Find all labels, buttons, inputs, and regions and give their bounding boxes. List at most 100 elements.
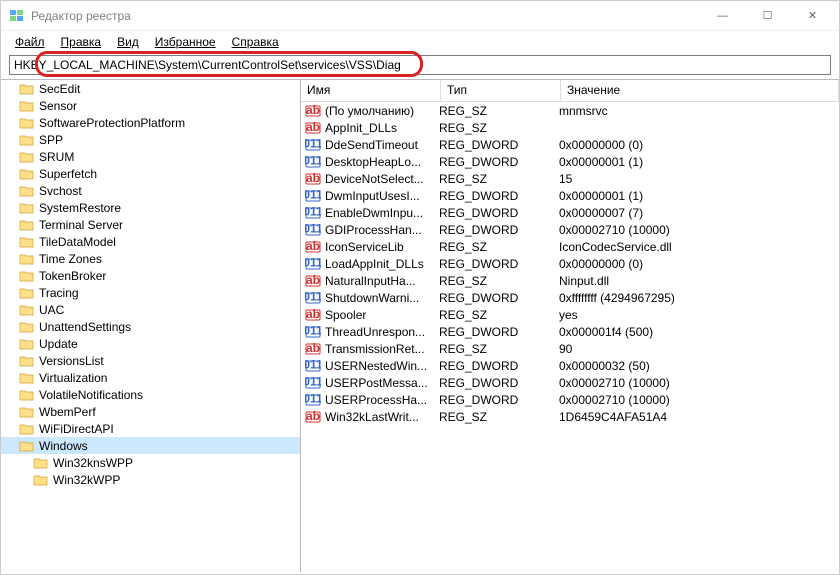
value-row[interactable]: 011USERPostMessa...REG_DWORD0x00002710 (… xyxy=(301,374,839,391)
svg-text:ab: ab xyxy=(306,341,320,355)
tree-item[interactable]: Windows xyxy=(1,437,300,454)
string-value-icon: ab xyxy=(305,409,321,425)
value-row[interactable]: abSpoolerREG_SZyes xyxy=(301,306,839,323)
tree-item[interactable]: UnattendSettings xyxy=(1,318,300,335)
value-row[interactable]: 011ThreadUnrespon...REG_DWORD0x000001f4 … xyxy=(301,323,839,340)
menu-help[interactable]: Справка xyxy=(226,33,285,51)
folder-icon xyxy=(33,473,49,487)
value-type: REG_SZ xyxy=(439,274,559,288)
value-type: REG_DWORD xyxy=(439,189,559,203)
tree-item[interactable]: SecEdit xyxy=(1,80,300,97)
address-input[interactable] xyxy=(9,55,831,75)
dword-value-icon: 011 xyxy=(305,324,321,340)
value-type: REG_DWORD xyxy=(439,393,559,407)
value-name: Spooler xyxy=(325,308,439,322)
svg-text:011: 011 xyxy=(305,290,321,304)
value-data: 0x000001f4 (500) xyxy=(559,325,839,339)
folder-icon xyxy=(19,167,35,181)
value-row[interactable]: 011GDIProcessHan...REG_DWORD0x00002710 (… xyxy=(301,221,839,238)
svg-text:ab: ab xyxy=(306,120,320,134)
tree-item[interactable]: WbemPerf xyxy=(1,403,300,420)
value-type: REG_SZ xyxy=(439,172,559,186)
menu-favorites[interactable]: Избранное xyxy=(149,33,222,51)
menu-file[interactable]: Файл xyxy=(9,33,51,51)
value-row[interactable]: abDeviceNotSelect...REG_SZ15 xyxy=(301,170,839,187)
value-row[interactable]: abNaturalInputHa...REG_SZNinput.dll xyxy=(301,272,839,289)
tree-item[interactable]: Superfetch xyxy=(1,165,300,182)
tree-item[interactable]: Win32knsWPP xyxy=(1,454,300,471)
folder-icon xyxy=(19,337,35,351)
col-name[interactable]: Имя xyxy=(301,80,441,101)
svg-text:011: 011 xyxy=(305,392,321,406)
value-type: REG_DWORD xyxy=(439,376,559,390)
close-button[interactable]: ✕ xyxy=(790,1,835,31)
folder-icon xyxy=(19,354,35,368)
tree-item[interactable]: Update xyxy=(1,335,300,352)
string-value-icon: ab xyxy=(305,120,321,136)
value-data: 0x00002710 (10000) xyxy=(559,393,839,407)
value-row[interactable]: 011LoadAppInit_DLLsREG_DWORD0x00000000 (… xyxy=(301,255,839,272)
tree-item-label: Tracing xyxy=(39,286,79,300)
value-name: USERPostMessa... xyxy=(325,376,439,390)
values-pane: Имя Тип Значение ab(По умолчанию)REG_SZm… xyxy=(301,80,839,572)
value-row[interactable]: ab(По умолчанию)REG_SZmnmsrvc xyxy=(301,102,839,119)
tree-item-label: VersionsList xyxy=(39,354,104,368)
tree-item[interactable]: Time Zones xyxy=(1,250,300,267)
tree-item-label: SoftwareProtectionPlatform xyxy=(39,116,185,130)
value-row[interactable]: abAppInit_DLLsREG_SZ xyxy=(301,119,839,136)
svg-text:011: 011 xyxy=(305,375,321,389)
column-headers: Имя Тип Значение xyxy=(301,80,839,102)
folder-icon xyxy=(19,218,35,232)
string-value-icon: ab xyxy=(305,103,321,119)
value-row[interactable]: 011USERNestedWin...REG_DWORD0x00000032 (… xyxy=(301,357,839,374)
string-value-icon: ab xyxy=(305,239,321,255)
tree-item[interactable]: Win32kWPP xyxy=(1,471,300,488)
value-row[interactable]: 011USERProcessHa...REG_DWORD0x00002710 (… xyxy=(301,391,839,408)
value-row[interactable]: 011ShutdownWarni...REG_DWORD0xffffffff (… xyxy=(301,289,839,306)
col-data[interactable]: Значение xyxy=(561,80,839,101)
folder-icon xyxy=(19,388,35,402)
value-row[interactable]: abTransmissionRet...REG_SZ90 xyxy=(301,340,839,357)
value-type: REG_DWORD xyxy=(439,155,559,169)
tree-item-label: Svchost xyxy=(39,184,82,198)
tree-item-label: Superfetch xyxy=(39,167,97,181)
value-row[interactable]: abIconServiceLibREG_SZIconCodecService.d… xyxy=(301,238,839,255)
value-row[interactable]: abWin32kLastWrit...REG_SZ1D6459C4AFA51A4 xyxy=(301,408,839,425)
value-rows: ab(По умолчанию)REG_SZmnmsrvcabAppInit_D… xyxy=(301,102,839,425)
tree-item[interactable]: WiFiDirectAPI xyxy=(1,420,300,437)
tree-item[interactable]: Tracing xyxy=(1,284,300,301)
tree-item[interactable]: SPP xyxy=(1,131,300,148)
folder-icon xyxy=(19,269,35,283)
tree-item[interactable]: SRUM xyxy=(1,148,300,165)
tree-item[interactable]: VersionsList xyxy=(1,352,300,369)
maximize-button[interactable]: ☐ xyxy=(745,1,790,31)
menubar: Файл Правка Вид Избранное Справка xyxy=(1,31,839,53)
tree-item[interactable]: TileDataModel xyxy=(1,233,300,250)
col-type[interactable]: Тип xyxy=(441,80,561,101)
menu-edit[interactable]: Правка xyxy=(55,33,108,51)
tree-item[interactable]: TokenBroker xyxy=(1,267,300,284)
folder-icon xyxy=(19,150,35,164)
tree-pane[interactable]: SecEditSensorSoftwareProtectionPlatformS… xyxy=(1,80,301,572)
tree-item[interactable]: SystemRestore xyxy=(1,199,300,216)
tree-item[interactable]: UAC xyxy=(1,301,300,318)
value-row[interactable]: 011DdeSendTimeoutREG_DWORD0x00000000 (0) xyxy=(301,136,839,153)
value-type: REG_DWORD xyxy=(439,359,559,373)
tree-item[interactable]: SoftwareProtectionPlatform xyxy=(1,114,300,131)
tree-item[interactable]: VolatileNotifications xyxy=(1,386,300,403)
tree-item[interactable]: Virtualization xyxy=(1,369,300,386)
value-row[interactable]: 011DwmInputUsesI...REG_DWORD0x00000001 (… xyxy=(301,187,839,204)
tree-item[interactable]: Svchost xyxy=(1,182,300,199)
tree-item-label: VolatileNotifications xyxy=(39,388,143,402)
tree-item[interactable]: Terminal Server xyxy=(1,216,300,233)
minimize-button[interactable]: — xyxy=(700,1,745,31)
value-row[interactable]: 011EnableDwmInpu...REG_DWORD0x00000007 (… xyxy=(301,204,839,221)
svg-text:ab: ab xyxy=(306,273,320,287)
tree-item[interactable]: Sensor xyxy=(1,97,300,114)
svg-text:ab: ab xyxy=(306,103,320,117)
value-name: Win32kLastWrit... xyxy=(325,410,439,424)
menu-view[interactable]: Вид xyxy=(111,33,145,51)
value-data: 0x00000000 (0) xyxy=(559,257,839,271)
tree-item-label: SystemRestore xyxy=(39,201,121,215)
value-row[interactable]: 011DesktopHeapLo...REG_DWORD0x00000001 (… xyxy=(301,153,839,170)
